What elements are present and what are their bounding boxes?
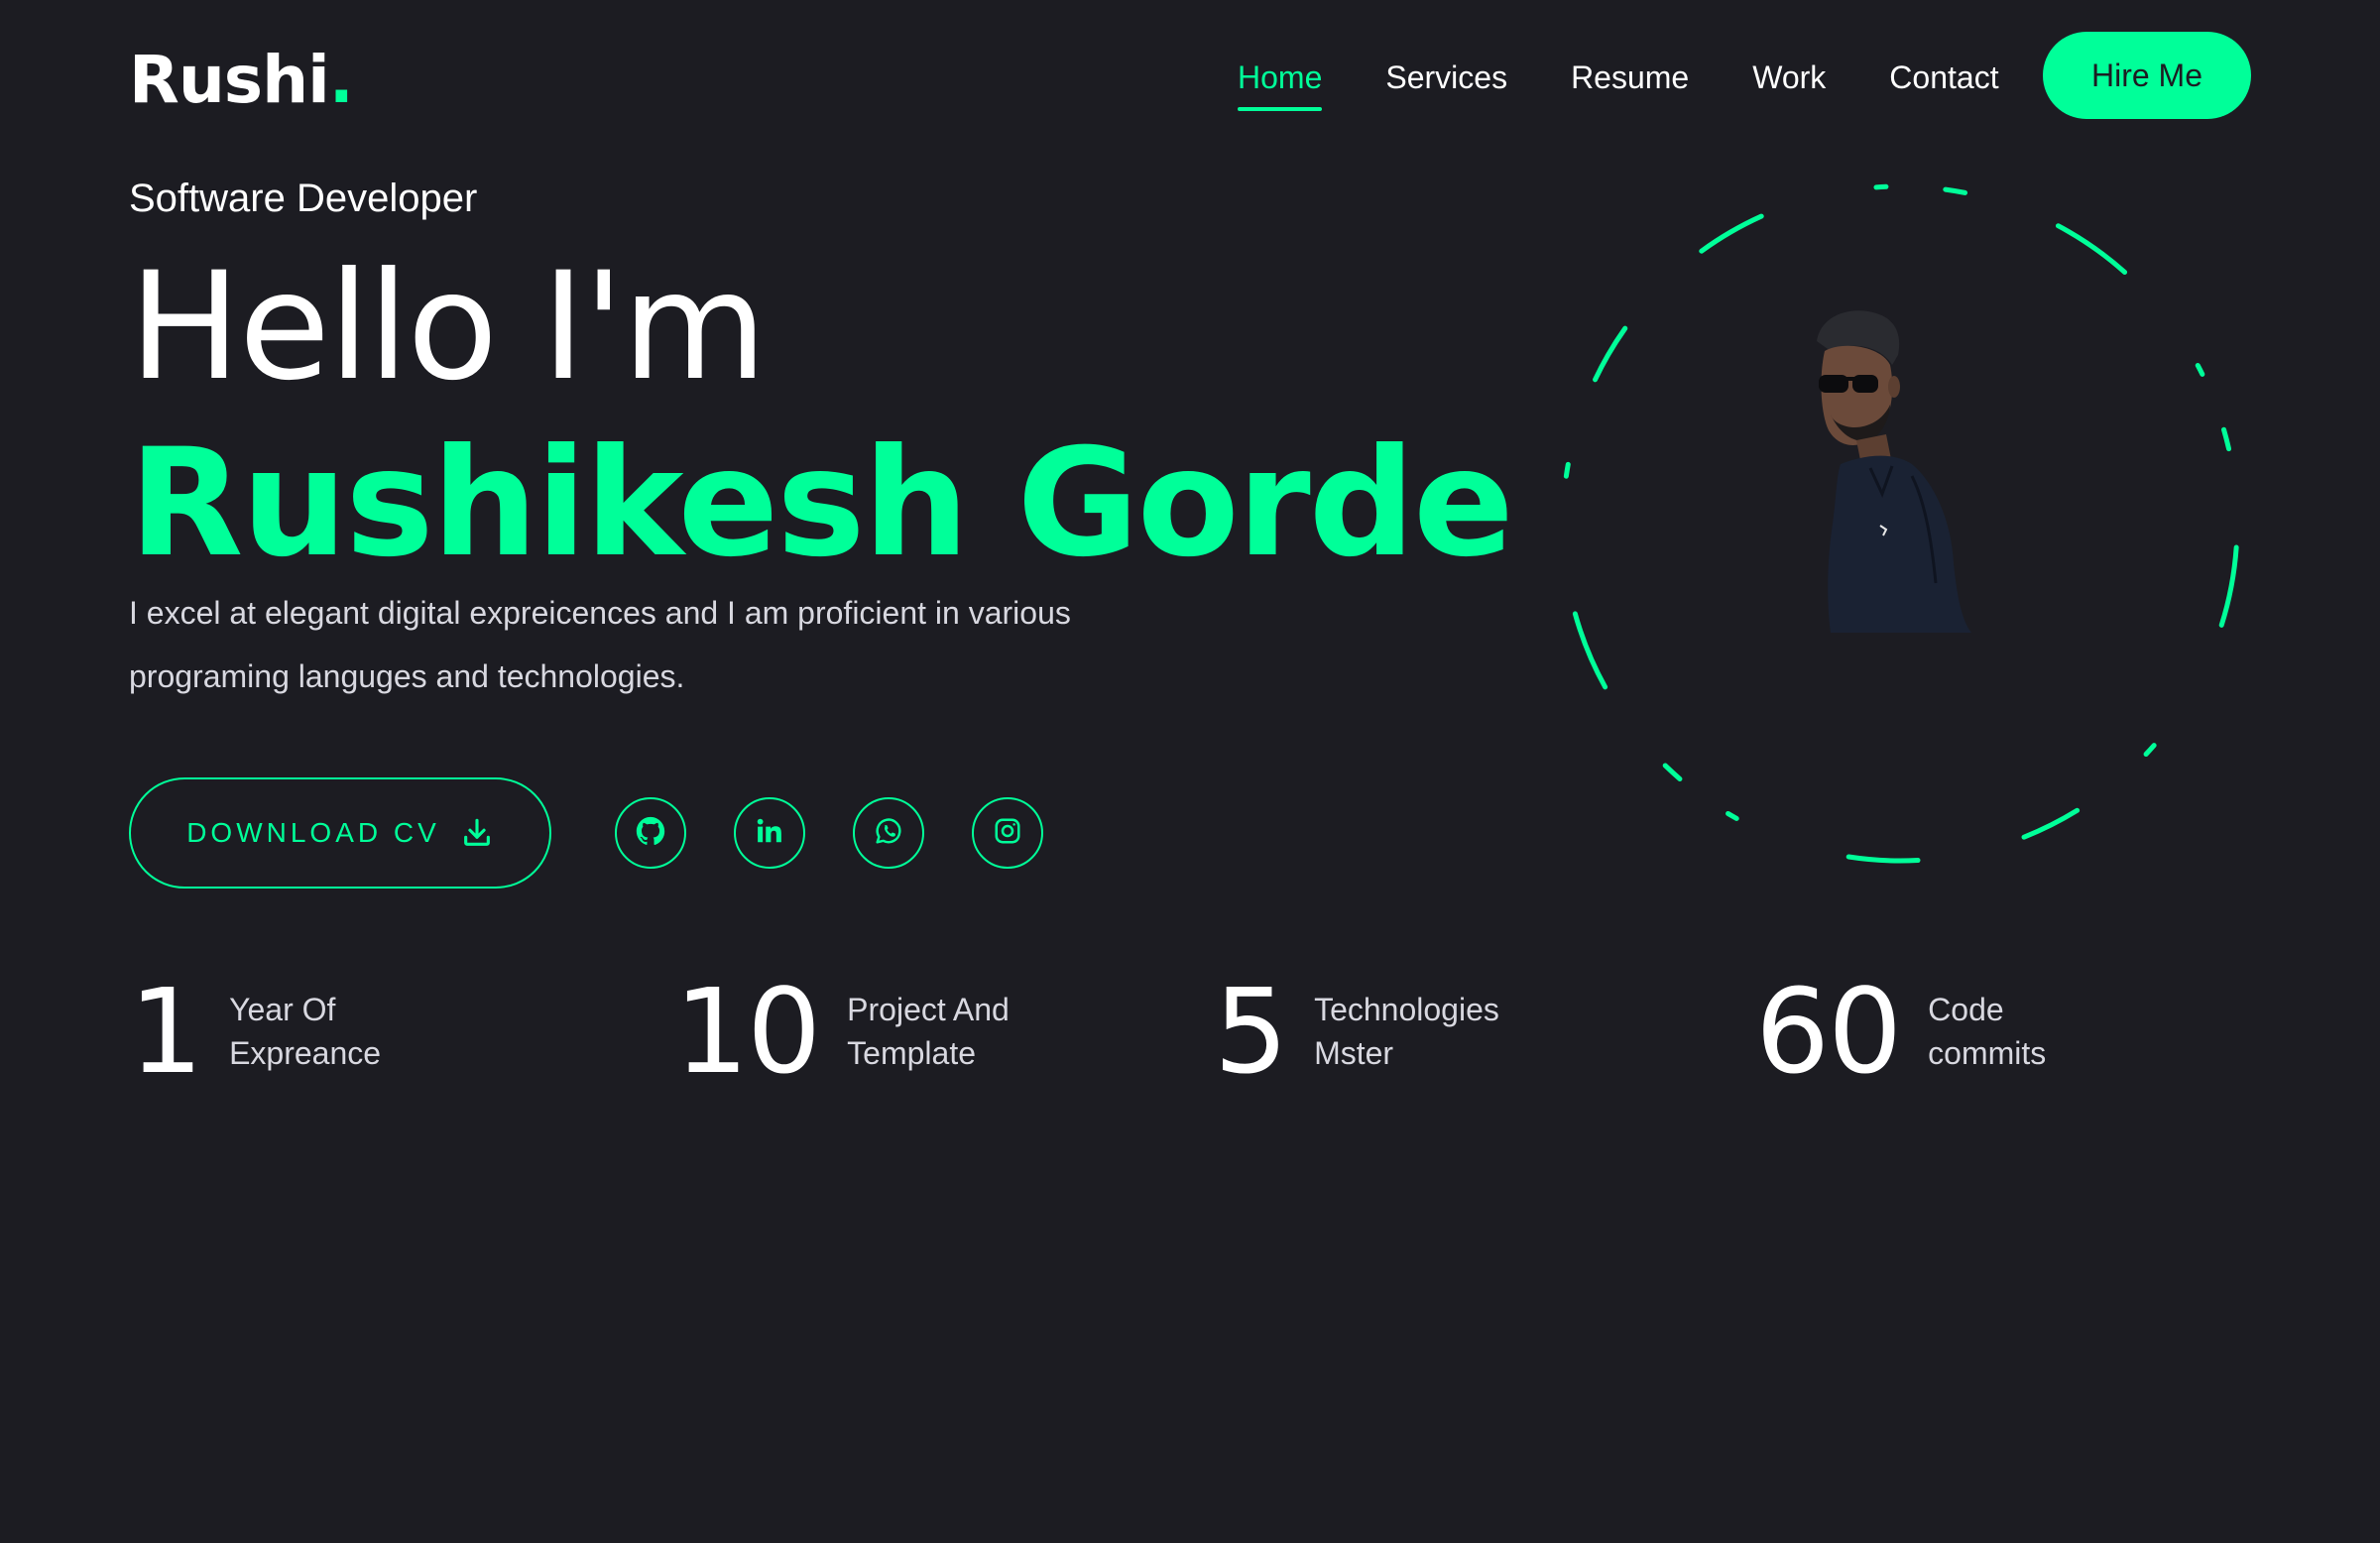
hero-description-line-1: I excel at elegant digital expreicences …	[129, 595, 1071, 631]
stat-label: Year Of Expreance	[229, 988, 467, 1075]
stat-experience: 1 Year Of Expreance	[129, 972, 467, 1091]
name-heading: Rushikesh Gorde	[129, 417, 1514, 590]
person-photo	[1817, 310, 1971, 633]
download-icon	[460, 816, 494, 850]
stat-value: 10	[674, 963, 821, 1100]
hero-description: I excel at elegant digital expreicences …	[129, 581, 1101, 708]
download-cv-label: DOWNLOAD CV	[186, 817, 440, 848]
stat-label: Code commits	[1928, 988, 2166, 1075]
github-link[interactable]	[615, 797, 686, 869]
nav-item-resume[interactable]: Resume	[1571, 50, 1689, 105]
linkedin-icon	[755, 816, 784, 850]
stat-label-line-1: Year Of	[229, 992, 336, 1027]
hero-description-line-2: programing languges and technologies.	[129, 658, 685, 694]
stat-label-line-1: Project And	[847, 992, 1010, 1027]
stat-label: Project And Template	[847, 988, 1085, 1075]
stat-label-line-1: Code	[1928, 992, 2004, 1027]
role-title: Software Developer	[129, 177, 478, 220]
stat-label: Technologies Mster	[1314, 988, 1552, 1075]
profile-portrait	[1543, 167, 2257, 881]
dashed-ring	[1560, 183, 2240, 864]
social-links	[615, 797, 1091, 869]
hire-me-button[interactable]: Hire Me	[2043, 32, 2251, 119]
instagram-icon	[993, 816, 1022, 850]
brand-logo[interactable]: Rushi.	[129, 36, 354, 125]
stat-label-line-2: Expreance	[229, 1035, 382, 1071]
main-nav: Home Services Resume Work Contact	[1238, 48, 2063, 111]
stat-label-line-2: Mster	[1314, 1035, 1394, 1071]
stat-value: 5	[1214, 963, 1288, 1100]
stat-label-line-2: Template	[847, 1035, 976, 1071]
nav-item-home[interactable]: Home	[1238, 50, 1323, 111]
stat-commits: 60 Code commits	[1755, 972, 2166, 1091]
stat-technologies: 5 Technologies Mster	[1214, 972, 1552, 1091]
github-icon	[634, 814, 667, 852]
stat-label-line-1: Technologies	[1314, 992, 1499, 1027]
nav-item-contact[interactable]: Contact	[1889, 50, 1998, 105]
download-cv-button[interactable]: DOWNLOAD CV	[129, 777, 551, 889]
stat-label-line-2: commits	[1928, 1035, 2047, 1071]
brand-dot: .	[328, 42, 354, 118]
instagram-link[interactable]	[972, 797, 1043, 869]
whatsapp-link[interactable]	[853, 797, 924, 869]
nav-item-services[interactable]: Services	[1385, 50, 1507, 105]
stat-value: 1	[129, 963, 203, 1100]
stat-projects: 10 Project And Template	[674, 972, 1085, 1091]
stat-value: 60	[1755, 963, 1902, 1100]
greeting-heading: Hello I'm	[129, 241, 767, 414]
whatsapp-icon	[873, 815, 904, 851]
site-header: Rushi. Home Services Resume Work Contact…	[0, 0, 2380, 149]
nav-item-work[interactable]: Work	[1752, 50, 1826, 105]
brand-name: Rushi	[129, 42, 330, 118]
linkedin-link[interactable]	[734, 797, 805, 869]
